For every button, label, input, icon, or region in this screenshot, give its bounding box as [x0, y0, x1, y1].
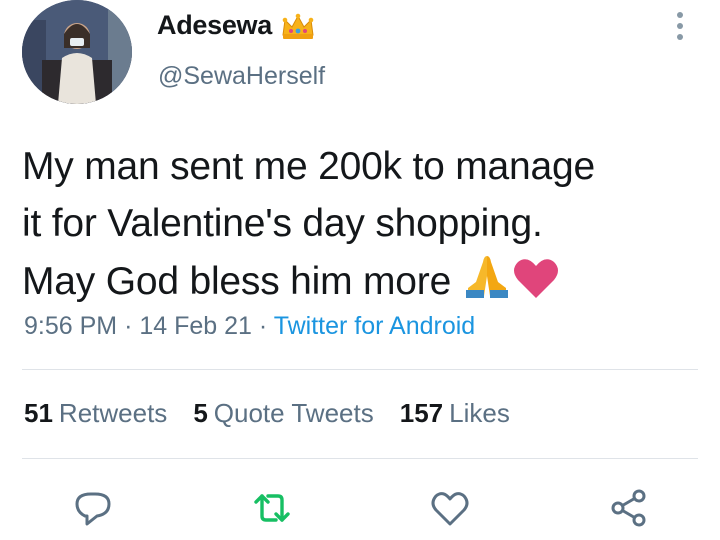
- meta-separator: ·: [124, 312, 133, 340]
- heart-icon: [513, 259, 558, 298]
- retweet-icon[interactable]: [250, 486, 294, 530]
- tweet-source-link[interactable]: Twitter for Android: [274, 312, 475, 340]
- crown-icon: [282, 13, 314, 39]
- avatar-photo: [22, 0, 132, 104]
- retweets-stat[interactable]: 51 Retweets: [24, 398, 167, 429]
- like-icon[interactable]: [428, 486, 472, 530]
- user-name-row[interactable]: Adesewa: [157, 10, 316, 41]
- profile-avatar[interactable]: [22, 0, 132, 104]
- tweet-date: 14 Feb 21: [139, 312, 252, 340]
- tweet-line-2: it for Valentine's day shopping.: [22, 202, 543, 245]
- folded-hands-icon: [465, 256, 508, 298]
- tweet-line-1: My man sent me 200k to manage: [22, 145, 595, 188]
- likes-label: Likes: [449, 398, 510, 428]
- quote-tweets-stat[interactable]: 5 Quote Tweets: [193, 398, 373, 429]
- tweet-line-3: May God bless him more: [22, 260, 462, 303]
- divider: [22, 458, 698, 459]
- tweet-time: 9:56 PM: [24, 312, 118, 340]
- quotes-count: 5: [193, 398, 208, 428]
- likes-stat[interactable]: 157 Likes: [400, 398, 510, 429]
- divider: [22, 369, 698, 370]
- retweets-label: Retweets: [58, 398, 168, 428]
- quotes-label: Quote Tweets: [213, 398, 374, 428]
- tweet-stats: 51 Retweets 5 Quote Tweets 157 Likes: [24, 398, 536, 429]
- reply-icon[interactable]: [71, 486, 115, 530]
- tweet-meta: 9:56 PM · 14 Feb 21 · Twitter for Androi…: [24, 312, 475, 341]
- retweets-count: 51: [24, 398, 53, 428]
- more-options-icon[interactable]: [668, 12, 692, 48]
- likes-count: 157: [399, 398, 444, 428]
- share-icon[interactable]: [607, 486, 651, 530]
- user-handle[interactable]: @SewaHerself: [158, 62, 325, 91]
- meta-separator: ·: [258, 312, 268, 340]
- user-display-name[interactable]: Adesewa: [157, 10, 272, 41]
- tweet-actions: [0, 486, 720, 532]
- tweet-text: My man sent me 200k to manage it for Val…: [22, 138, 712, 310]
